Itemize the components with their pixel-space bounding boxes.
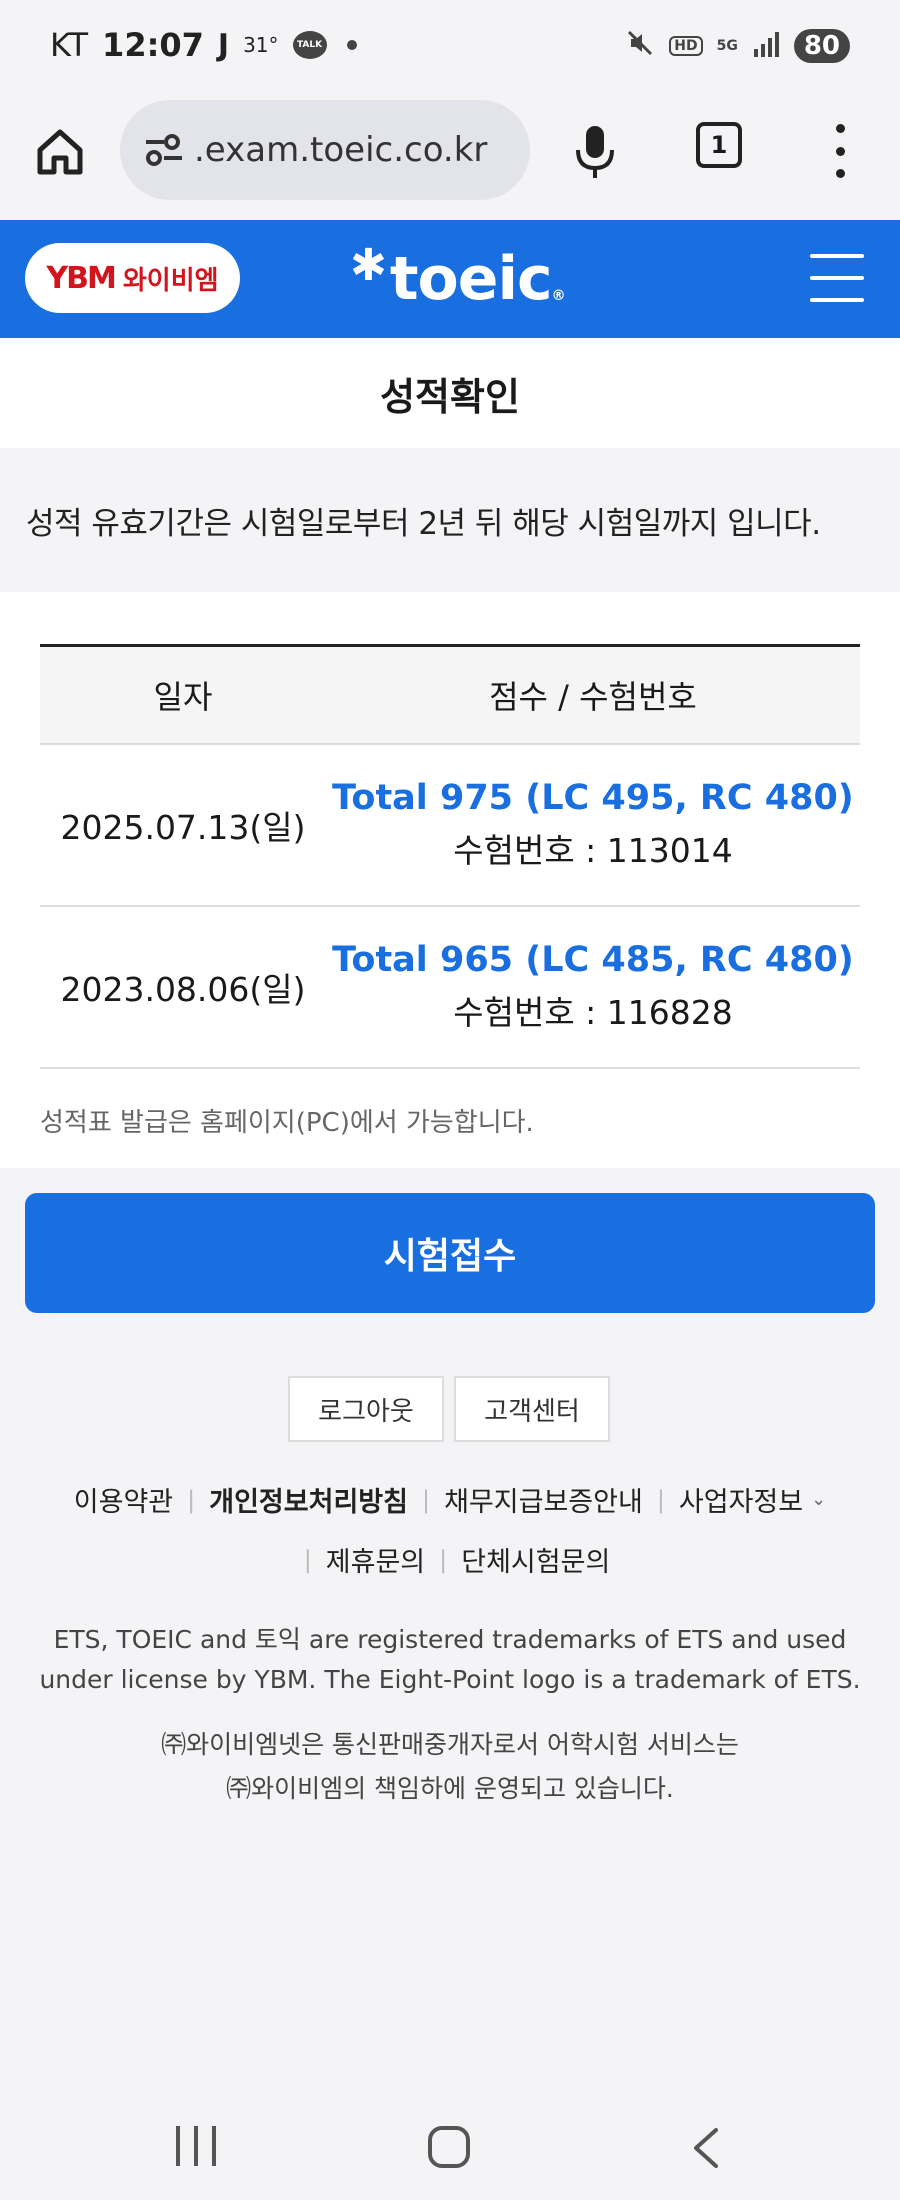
- url-text: .exam.toeic.co.kr: [194, 130, 488, 170]
- signal-icon: [752, 31, 780, 61]
- exam-date: 2025.07.13(일): [60, 808, 306, 847]
- footer-links-2: | 제휴문의 | 단체시험문의: [0, 1540, 900, 1579]
- battery-icon: 80: [793, 29, 850, 63]
- partnership-link[interactable]: 제휴문의: [326, 1540, 425, 1579]
- ybm-logo[interactable]: YBM 와이비엠: [25, 243, 240, 313]
- footer-links: 이용약관 | 개인정보처리방침 | 채무지급보증안내 | 사업자정보 ⌄: [0, 1480, 900, 1519]
- eight-point-star-icon: ✱: [350, 240, 387, 291]
- hd-voice-icon: HD: [669, 36, 703, 56]
- page-title: 성적확인: [380, 374, 520, 419]
- hamburger-menu-icon[interactable]: [810, 254, 864, 302]
- title-bar: 성적확인: [0, 338, 900, 448]
- exam-number: 수험번호 : 116828: [453, 993, 733, 1032]
- carrier-label: KT: [50, 26, 89, 64]
- results-section: 일자 점수 / 수험번호 2025.07.13(일) Total 975 (LC…: [0, 592, 900, 1168]
- divider: |: [421, 1485, 431, 1514]
- app-notification-j: J: [217, 27, 230, 63]
- ybm-text: 와이비엠: [122, 265, 219, 296]
- divider: |: [303, 1545, 312, 1574]
- header-date: 일자: [153, 678, 213, 716]
- payment-guarantee-link[interactable]: 채무지급보증안내: [444, 1480, 643, 1519]
- home-icon[interactable]: [30, 122, 90, 182]
- toeic-logo[interactable]: ✱ toeic ®: [350, 240, 566, 314]
- status-bar: KT 12:07 J 31° TALK HD 5G 80: [0, 0, 900, 96]
- tab-switcher-button[interactable]: 1: [696, 122, 742, 168]
- company-line-2: ㈜와이비엠의 책임하에 운영되고 있습니다.: [226, 1774, 674, 1803]
- score-link[interactable]: Total 975 (LC 495, RC 480): [326, 778, 860, 818]
- header-score: 점수 / 수험번호: [489, 678, 697, 716]
- issue-note: 성적표 발급은 홈페이지(PC)에서 가능합니다.: [40, 1108, 534, 1138]
- site-settings-icon[interactable]: [142, 128, 186, 172]
- terms-link[interactable]: 이용약관: [74, 1480, 173, 1519]
- validity-notice: 성적 유효기간은 시험일로부터 2년 뒤 해당 시험일까지 입니다.: [0, 448, 900, 592]
- results-table: 일자 점수 / 수험번호 2025.07.13(일) Total 975 (LC…: [40, 644, 860, 1069]
- address-bar[interactable]: .exam.toeic.co.kr: [120, 100, 530, 200]
- mute-icon: [625, 28, 655, 64]
- table-row: 2023.08.06(일) Total 965 (LC 485, RC 480)…: [40, 907, 860, 1069]
- divider: |: [439, 1545, 448, 1574]
- registered-mark: ®: [551, 288, 566, 304]
- company-line-1: ㈜와이비엠넷은 통신판매중개자로서 어학시험 서비스는: [161, 1730, 739, 1759]
- logout-button[interactable]: 로그아웃: [288, 1376, 444, 1442]
- kakaotalk-icon: TALK: [292, 31, 327, 59]
- temperature: 31°: [243, 33, 279, 57]
- divider: |: [656, 1485, 665, 1514]
- business-info-link[interactable]: 사업자정보: [679, 1480, 803, 1519]
- browser-toolbar: .exam.toeic.co.kr 1: [0, 96, 900, 220]
- privacy-policy-link[interactable]: 개인정보처리방침: [209, 1480, 408, 1519]
- table-row: 2025.07.13(일) Total 975 (LC 495, RC 480)…: [40, 745, 860, 907]
- ybm-mark: YBM: [46, 260, 116, 296]
- chevron-down-icon[interactable]: ⌄: [811, 1489, 826, 1510]
- system-nav-bar: [0, 2090, 900, 2200]
- company-notice: ㈜와이비엠넷은 통신판매중개자로서 어학시험 서비스는 ㈜와이비엠의 책임하에 …: [20, 1723, 880, 1811]
- exam-number: 수험번호 : 113014: [453, 831, 733, 870]
- exam-date: 2023.08.06(일): [60, 970, 306, 1009]
- notification-dot-icon: [346, 40, 357, 50]
- account-buttons: 로그아웃 고객센터: [288, 1376, 610, 1442]
- trademark-notice: ETS, TOEIC and 토익 are registered tradema…: [39, 1625, 861, 1694]
- back-icon[interactable]: [686, 2126, 726, 2170]
- divider: |: [187, 1485, 196, 1514]
- score-link[interactable]: Total 965 (LC 485, RC 480): [326, 940, 860, 980]
- notice-text: 성적 유효기간은 시험일로부터 2년 뒤 해당 시험일까지 입니다.: [26, 505, 821, 542]
- toeic-wordmark: toeic: [389, 244, 553, 314]
- customer-center-button[interactable]: 고객센터: [454, 1376, 610, 1442]
- more-options-icon[interactable]: [830, 124, 850, 178]
- group-exam-link[interactable]: 단체시험문의: [461, 1540, 610, 1579]
- recent-apps-icon[interactable]: [176, 2126, 216, 2166]
- exam-registration-button[interactable]: 시험접수: [25, 1193, 875, 1313]
- network-5g-icon: 5G: [716, 38, 738, 54]
- table-header: 일자 점수 / 수험번호: [40, 647, 860, 745]
- home-nav-icon[interactable]: [428, 2126, 470, 2168]
- site-header: YBM 와이비엠 ✱ toeic ®: [0, 220, 900, 338]
- microphone-icon[interactable]: [570, 122, 620, 182]
- clock: 12:07: [102, 26, 204, 64]
